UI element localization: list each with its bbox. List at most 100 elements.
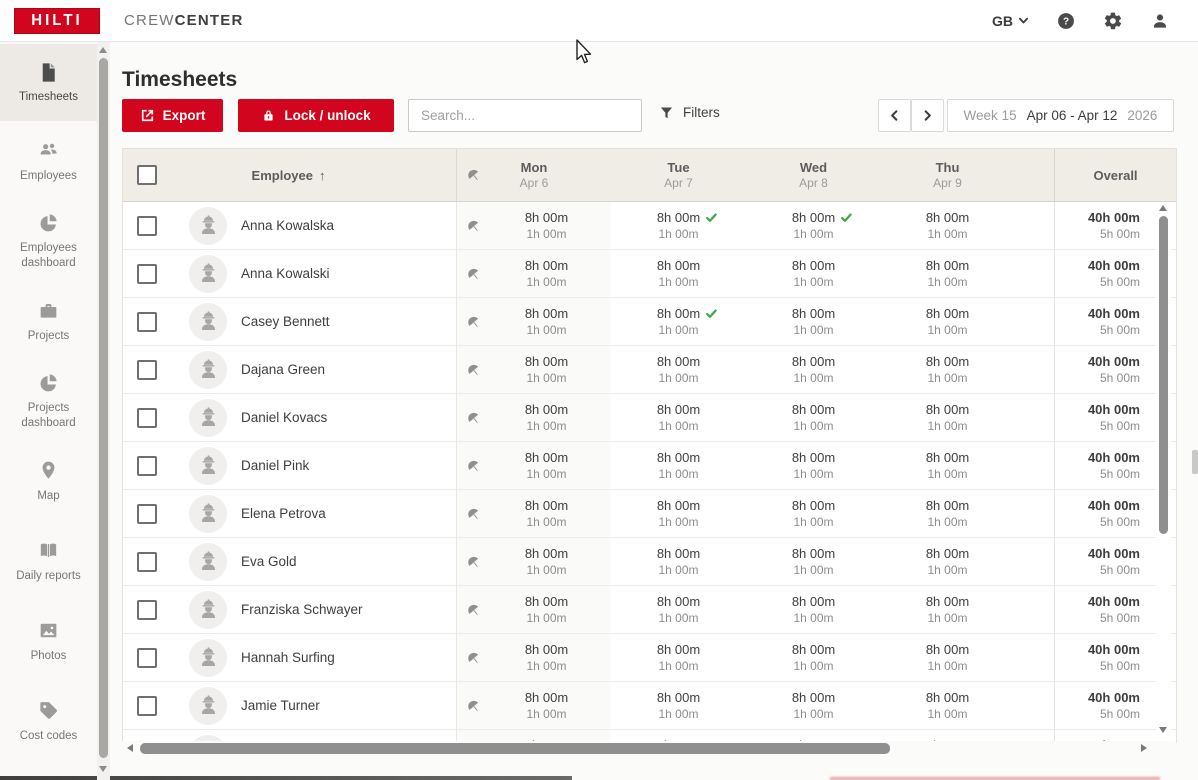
timesheet-day-cell[interactable]: 8h 00m 1h 00m bbox=[456, 634, 611, 681]
timesheet-day-cell[interactable]: 8h 00m 1h 00m bbox=[611, 682, 746, 729]
timesheet-day-cell[interactable]: 8h 00m 1h 00m bbox=[881, 298, 1054, 345]
scroll-right-arrow-icon[interactable] bbox=[1141, 744, 1147, 752]
locale-selector[interactable]: GB bbox=[992, 13, 1029, 29]
timesheet-day-cell[interactable]: 8h 00m 1h 00m bbox=[746, 298, 881, 345]
help-icon[interactable]: ? bbox=[1056, 11, 1076, 31]
timesheet-day-cell[interactable]: 8h 00m 1h 00m bbox=[881, 490, 1054, 537]
scroll-up-arrow-icon[interactable] bbox=[1159, 205, 1167, 211]
timesheet-day-cell[interactable]: 8h 00m 1h 00m bbox=[746, 490, 881, 537]
employee-cell[interactable]: Dajana Green bbox=[181, 346, 456, 393]
sidebar-item-projects[interactable]: Projects bbox=[0, 281, 97, 361]
timesheet-day-cell[interactable]: 8h 00m 1h 00m bbox=[881, 394, 1054, 441]
table-horizontal-scrollbar[interactable] bbox=[122, 741, 1175, 756]
timesheet-day-cell[interactable]: 8h 00m 1h 00m bbox=[611, 538, 746, 585]
timesheet-day-cell[interactable]: 8h 00m 1h 00m bbox=[881, 442, 1054, 489]
timesheet-day-cell[interactable]: 8h 00m 1h 00m bbox=[881, 250, 1054, 297]
filters-button[interactable]: Filters bbox=[659, 105, 720, 120]
timesheet-day-cell[interactable]: 8h 00m 1h 00m bbox=[611, 346, 746, 393]
sidebar-item-cost-codes[interactable]: Cost codes bbox=[0, 681, 97, 761]
timesheet-day-cell[interactable]: 8h 00m 1h 00m bbox=[611, 250, 746, 297]
timesheet-day-cell[interactable]: 8h 00m 1h 00m bbox=[456, 490, 611, 537]
employee-cell[interactable]: Daniel Pink bbox=[181, 442, 456, 489]
timesheet-day-cell[interactable]: 8h 00m 1h 00m bbox=[456, 538, 611, 585]
scroll-down-arrow-icon[interactable] bbox=[99, 766, 107, 772]
row-checkbox[interactable] bbox=[137, 216, 157, 236]
timesheet-day-cell[interactable]: 8h 00m 1h 00m bbox=[456, 586, 611, 633]
employee-cell[interactable]: Hannah Surfing bbox=[181, 634, 456, 681]
sidebar-item-timesheets[interactable]: Timesheets bbox=[0, 44, 97, 121]
timesheet-day-cell[interactable]: 8h 00m 1h 00m bbox=[456, 346, 611, 393]
row-checkbox[interactable] bbox=[137, 456, 157, 476]
timesheet-day-cell[interactable]: 8h 00m 1h 00m bbox=[456, 202, 611, 249]
timesheet-day-cell[interactable]: 8h 00m 1h 00m bbox=[611, 442, 746, 489]
employee-cell[interactable]: Elena Petrova bbox=[181, 490, 456, 537]
timesheet-day-cell[interactable]: 8h 00m 1h 00m bbox=[746, 250, 881, 297]
timesheet-day-cell[interactable]: 8h 00m 1h 00m bbox=[881, 682, 1054, 729]
row-checkbox[interactable] bbox=[137, 312, 157, 332]
timesheet-day-cell[interactable]: 8h 00m 1h 00m bbox=[746, 682, 881, 729]
timesheet-day-cell[interactable]: 8h 00m 1h 00m bbox=[611, 202, 746, 249]
employee-column-header[interactable]: Employee ↑ bbox=[181, 149, 456, 201]
row-checkbox[interactable] bbox=[137, 552, 157, 572]
sidebar-scrollbar-thumb[interactable] bbox=[99, 58, 108, 758]
sidebar-item-employees[interactable]: Employees bbox=[0, 121, 97, 201]
timesheet-day-cell[interactable]: 8h 00m 1h 00m bbox=[746, 202, 881, 249]
employee-cell[interactable]: Casey Bennett bbox=[181, 298, 456, 345]
row-checkbox[interactable] bbox=[137, 408, 157, 428]
employee-cell[interactable]: Daniel Kovacs bbox=[181, 394, 456, 441]
timesheet-day-cell[interactable]: 8h 00m 1h 00m bbox=[746, 394, 881, 441]
row-checkbox[interactable] bbox=[137, 696, 157, 716]
horizontal-scrollbar-thumb[interactable] bbox=[140, 743, 890, 754]
table-vertical-scrollbar[interactable] bbox=[1156, 202, 1171, 739]
sidebar-item-photos[interactable]: Photos bbox=[0, 601, 97, 681]
previous-week-button[interactable] bbox=[878, 99, 911, 132]
export-button[interactable]: Export bbox=[122, 99, 223, 132]
row-checkbox[interactable] bbox=[137, 600, 157, 620]
timesheet-day-cell[interactable]: 8h 00m 1h 00m bbox=[746, 586, 881, 633]
timesheet-day-cell[interactable]: 8h 00m 1h 00m bbox=[746, 538, 881, 585]
timesheet-day-cell[interactable]: 8h 00m 1h 00m bbox=[456, 682, 611, 729]
timesheet-day-cell[interactable]: 8h 00m 1h 00m bbox=[881, 538, 1054, 585]
sidebar-item-employees-dashboard[interactable]: Employees dashboard bbox=[0, 201, 97, 281]
employee-cell[interactable]: Anna Kowalska bbox=[181, 202, 456, 249]
gear-icon[interactable] bbox=[1103, 11, 1123, 31]
timesheet-day-cell[interactable]: 8h 00m 1h 00m bbox=[746, 442, 881, 489]
timesheet-day-cell[interactable]: 8h 00m 1h 00m bbox=[881, 634, 1054, 681]
week-selector[interactable]: Week 15 Apr 06 - Apr 12 2026 bbox=[947, 99, 1174, 132]
timesheet-day-cell[interactable]: 8h 00m 1h 00m bbox=[611, 490, 746, 537]
timesheet-day-cell[interactable]: 8h 00m 1h 00m bbox=[881, 202, 1054, 249]
timesheet-day-cell[interactable]: 8h 00m 1h 00m bbox=[456, 298, 611, 345]
lock-unlock-button[interactable]: Lock / unlock bbox=[238, 99, 394, 132]
row-checkbox[interactable] bbox=[137, 264, 157, 284]
scroll-up-arrow-icon[interactable] bbox=[99, 47, 107, 53]
timesheet-day-cell[interactable]: 8h 00m 1h 00m bbox=[456, 250, 611, 297]
employee-cell[interactable]: Anna Kowalski bbox=[181, 250, 456, 297]
timesheet-day-cell[interactable]: 8h 00m 1h 00m bbox=[456, 442, 611, 489]
vertical-scrollbar-thumb[interactable] bbox=[1159, 216, 1168, 534]
timesheet-day-cell[interactable]: 8h 00m 1h 00m bbox=[746, 634, 881, 681]
row-checkbox[interactable] bbox=[137, 648, 157, 668]
employee-cell[interactable]: Eva Gold bbox=[181, 538, 456, 585]
timesheet-day-cell[interactable]: 8h 00m 1h 00m bbox=[881, 346, 1054, 393]
scroll-left-arrow-icon[interactable] bbox=[127, 744, 133, 752]
employee-cell[interactable]: Franziska Schwayer bbox=[181, 586, 456, 633]
row-checkbox[interactable] bbox=[137, 360, 157, 380]
timesheet-day-cell[interactable]: 8h 00m 1h 00m bbox=[456, 394, 611, 441]
sidebar-item-map[interactable]: Map bbox=[0, 441, 97, 521]
timesheet-day-cell[interactable]: 8h 00m 1h 00m bbox=[746, 346, 881, 393]
employee-cell[interactable]: Jamie Turner bbox=[181, 682, 456, 729]
scroll-down-arrow-icon[interactable] bbox=[1159, 727, 1167, 733]
search-input[interactable] bbox=[408, 99, 642, 132]
sidebar-item-daily-reports[interactable]: Daily reports bbox=[0, 521, 97, 601]
sidebar-item-projects-dashboard[interactable]: Projects dashboard bbox=[0, 361, 97, 441]
timesheet-day-cell[interactable]: 8h 00m 1h 00m bbox=[611, 634, 746, 681]
timesheet-day-cell[interactable]: 8h 00m 1h 00m bbox=[611, 586, 746, 633]
timesheet-day-cell[interactable]: 8h 00m 1h 00m bbox=[611, 394, 746, 441]
timesheet-day-cell[interactable]: 8h 00m 1h 00m bbox=[881, 586, 1054, 633]
timesheet-day-cell[interactable]: 8h 00m 1h 00m bbox=[611, 298, 746, 345]
account-icon[interactable] bbox=[1150, 11, 1170, 31]
sidebar-scrollbar[interactable] bbox=[97, 41, 110, 780]
select-all-checkbox[interactable] bbox=[137, 165, 157, 185]
row-checkbox[interactable] bbox=[137, 504, 157, 524]
next-week-button[interactable] bbox=[911, 99, 944, 132]
